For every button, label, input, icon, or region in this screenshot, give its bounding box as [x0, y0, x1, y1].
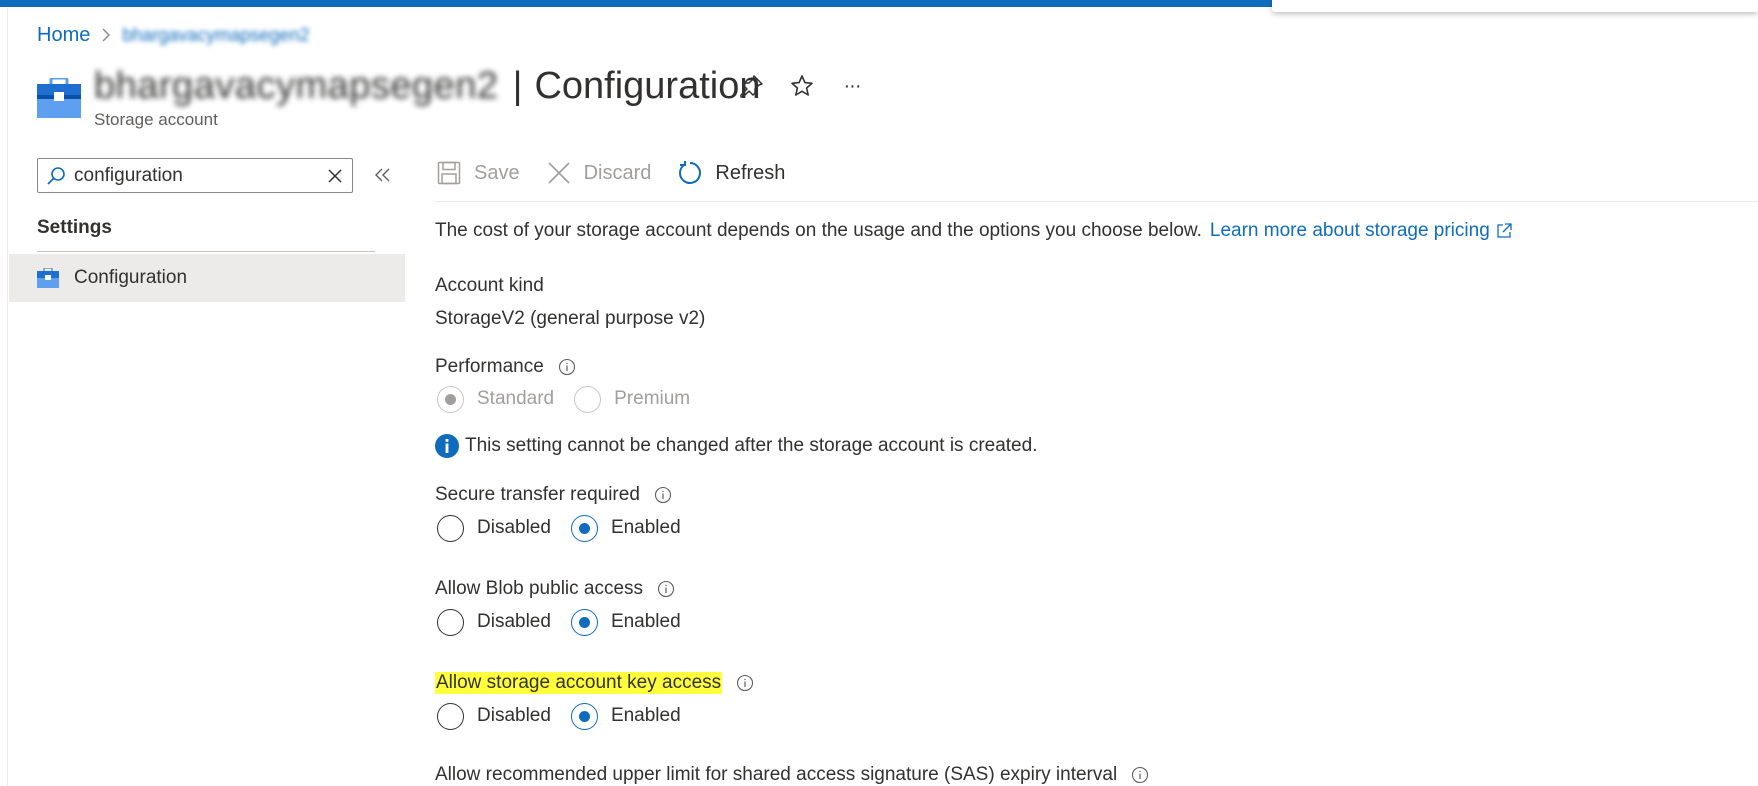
radio-circle: [574, 385, 602, 413]
title-separator: |: [512, 64, 523, 107]
search-icon: [46, 166, 66, 186]
secure-transfer-label-text: Secure transfer required: [435, 484, 640, 505]
storage-briefcase-icon: [37, 267, 59, 288]
breadcrumb-home-link[interactable]: Home: [37, 24, 90, 47]
info-icon[interactable]: [558, 358, 576, 376]
chevron-right-icon: [100, 28, 114, 42]
radio-circle: [437, 385, 464, 413]
sas-limit-label-text: Allow recommended upper limit for shared…: [435, 764, 1118, 785]
radio-label: Standard: [477, 388, 555, 409]
blob-public-access-label: Allow Blob public access: [435, 578, 675, 600]
account-kind-value: StorageV2 (general purpose v2): [435, 308, 706, 329]
secure-transfer-enabled-radio[interactable]: Enabled: [570, 514, 681, 542]
storage-pricing-link[interactable]: Learn more about storage pricing: [1210, 220, 1490, 242]
radio-circle: [437, 702, 464, 730]
radio-circle: [437, 608, 464, 636]
radio-circle: [570, 514, 598, 542]
save-button[interactable]: Save: [436, 160, 520, 186]
pricing-intro: The cost of your storage account depends…: [435, 220, 1512, 242]
page-subtitle: Storage account: [94, 110, 218, 129]
double-chevron-left-icon: [375, 168, 390, 182]
discard-label: Discard: [583, 161, 652, 184]
key-access-label-text: Allow storage account key access: [435, 672, 723, 694]
pin-icon[interactable]: [738, 72, 766, 100]
collapse-menu-button[interactable]: [372, 163, 394, 187]
notice-text: This setting cannot be changed after the…: [465, 435, 1038, 456]
secure-transfer-radio-group: Disabled Enabled: [437, 513, 701, 543]
radio-label: Enabled: [610, 705, 681, 726]
page-title: bhargavacymapsegen2 | Configuration: [94, 62, 760, 110]
secure-transfer-label: Secure transfer required: [435, 484, 672, 506]
title-actions: ···: [738, 72, 888, 100]
performance-label-text: Performance: [435, 356, 544, 377]
performance-label: Performance: [435, 356, 576, 378]
radio-circle: [570, 608, 598, 636]
info-notice: This setting cannot be changed after the…: [435, 434, 1037, 458]
sidebar-item-configuration[interactable]: Configuration: [9, 254, 405, 302]
blob-public-access-radio-group: Disabled Enabled: [437, 607, 701, 637]
save-icon: [436, 160, 462, 186]
refresh-button[interactable]: Refresh: [677, 160, 785, 186]
sas-limit-label: Allow recommended upper limit for shared…: [435, 764, 1149, 786]
discard-button[interactable]: Discard: [546, 160, 652, 186]
storage-account-icon: [37, 76, 81, 118]
radio-label: Enabled: [610, 517, 681, 538]
left-edge-divider: [0, 7, 8, 786]
settings-group-heading: Settings: [37, 217, 112, 238]
blob-public-access-label-text: Allow Blob public access: [435, 578, 644, 599]
performance-premium-radio[interactable]: Premium: [574, 385, 691, 413]
menu-search-box: [37, 158, 353, 193]
radio-circle: [570, 702, 598, 730]
key-access-label: Allow storage account key access: [435, 672, 754, 694]
sidebar-item-label: Configuration: [74, 267, 188, 288]
toolbar-divider: [435, 201, 1758, 202]
blob-public-access-enabled-radio[interactable]: Enabled: [570, 608, 681, 636]
group-divider: [37, 251, 375, 252]
breadcrumb-resource-link[interactable]: bhargavacymapsegen2: [122, 25, 309, 46]
info-icon[interactable]: [657, 580, 675, 598]
command-bar: Save Discard Refresh: [436, 155, 811, 191]
clear-search-icon[interactable]: [326, 167, 344, 185]
radio-circle: [437, 514, 464, 542]
secure-transfer-disabled-radio[interactable]: Disabled: [437, 514, 551, 542]
radio-label: Disabled: [477, 611, 551, 632]
blob-public-access-disabled-radio[interactable]: Disabled: [437, 608, 551, 636]
radio-label: Disabled: [477, 517, 551, 538]
more-icon[interactable]: ···: [838, 72, 866, 100]
radio-label: Premium: [614, 388, 691, 409]
performance-radio-group: Standard Premium: [437, 384, 710, 414]
radio-label: Disabled: [477, 705, 551, 726]
menu-search-input[interactable]: [74, 164, 314, 187]
key-access-radio-group: Disabled Enabled: [437, 701, 701, 731]
performance-standard-radio[interactable]: Standard: [437, 385, 555, 413]
radio-label: Enabled: [610, 611, 681, 632]
intro-text: The cost of your storage account depends…: [435, 220, 1202, 241]
info-filled-icon: [435, 434, 459, 458]
star-icon[interactable]: [788, 72, 816, 100]
page-name: Configuration: [534, 64, 761, 107]
external-link-icon[interactable]: [1496, 223, 1512, 239]
close-icon: [546, 160, 572, 186]
info-icon[interactable]: [736, 674, 754, 692]
save-label: Save: [474, 161, 520, 184]
refresh-label: Refresh: [715, 161, 786, 184]
key-access-disabled-radio[interactable]: Disabled: [437, 702, 551, 730]
account-kind-label: Account kind: [435, 275, 544, 296]
breadcrumb: Home bhargavacymapsegen2: [37, 22, 310, 48]
key-access-enabled-radio[interactable]: Enabled: [570, 702, 681, 730]
refresh-icon: [677, 160, 703, 186]
info-icon[interactable]: [1131, 766, 1149, 784]
info-icon[interactable]: [654, 486, 672, 504]
notification-popup-edge: [1272, 0, 1758, 12]
resource-name: bhargavacymapsegen2: [94, 64, 499, 107]
